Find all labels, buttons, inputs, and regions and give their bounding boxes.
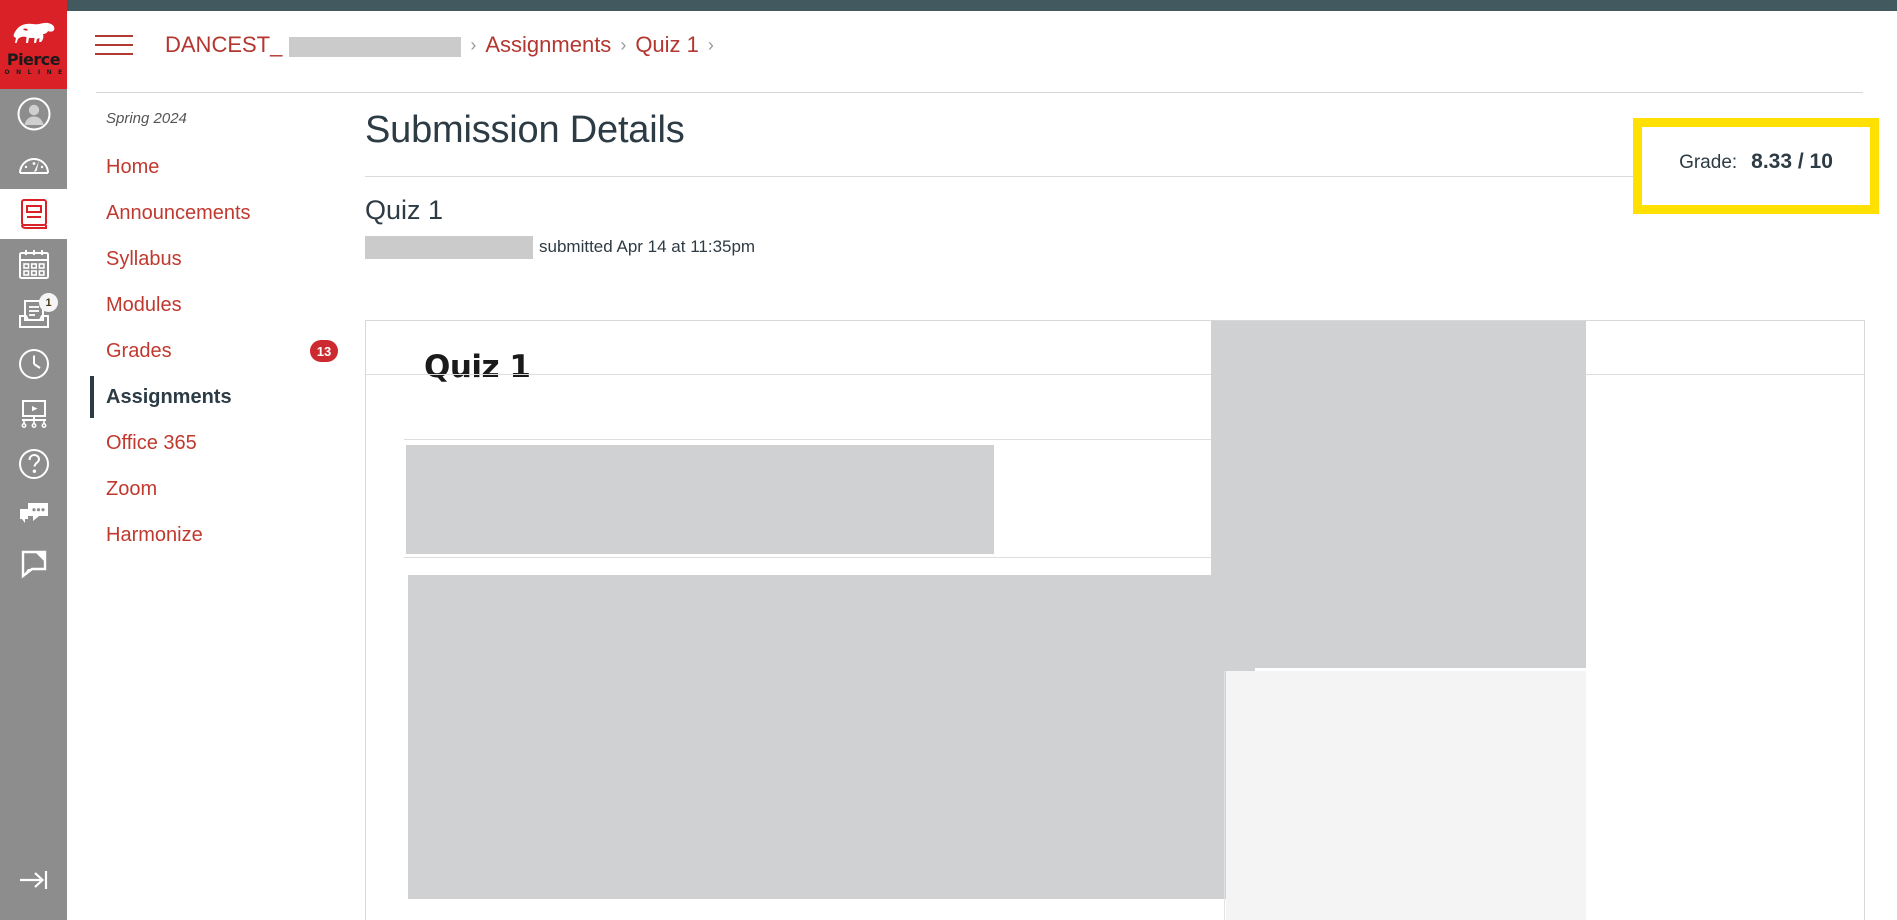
main-content: Submission Details Quiz 1 submitted Apr … — [365, 108, 1835, 259]
course-nav-label: Grades — [106, 339, 172, 362]
top-accent-strip — [0, 0, 1897, 11]
global-navigation: Pierce O N L I N E 1 — [0, 0, 67, 920]
page-title: Submission Details — [365, 109, 685, 151]
course-nav-item-assignments[interactable]: Assignments — [90, 374, 300, 420]
help-question-icon — [18, 448, 50, 480]
global-nav-item-history[interactable] — [0, 339, 67, 389]
history-clock-icon — [18, 348, 50, 380]
breadcrumb-item-course[interactable]: DANCEST_ — [165, 32, 282, 58]
calendar-icon — [18, 249, 50, 280]
brand-subwordmark: O N L I N E — [4, 68, 65, 76]
header-bar: DANCEST_ › Assignments › Quiz 1 › — [67, 11, 1897, 79]
course-nav-label: Modules — [106, 293, 182, 316]
preview-light-panel — [1226, 671, 1586, 920]
dashboard-gauge-icon — [17, 151, 51, 177]
student-name-redacted — [365, 235, 533, 259]
course-nav-item-modules[interactable]: Modules — [90, 282, 300, 328]
hamburger-menu-icon[interactable] — [95, 28, 135, 62]
header-divider — [96, 92, 1863, 93]
course-nav-label: Office 365 — [106, 431, 197, 454]
breadcrumb-item-assignments[interactable]: Assignments — [485, 32, 611, 58]
studio-screen-icon — [17, 399, 51, 429]
comment-flag-icon — [19, 549, 49, 579]
breadcrumb-separator-icon: › — [620, 34, 627, 55]
course-term-label: Spring 2024 — [106, 110, 187, 127]
global-nav-item-chat[interactable] — [0, 489, 67, 539]
course-navigation: Spring 2024 Home Announcements Syllabus … — [90, 110, 338, 558]
global-nav-item-studio[interactable] — [0, 389, 67, 439]
course-nav-item-office365[interactable]: Office 365 — [90, 420, 300, 466]
course-nav-label: Assignments — [106, 385, 232, 408]
submission-title: Quiz 1 — [365, 194, 444, 225]
course-nav-item-zoom[interactable]: Zoom — [90, 466, 300, 512]
global-nav-item-help[interactable] — [0, 439, 67, 489]
global-nav-collapse-button[interactable] — [0, 862, 67, 902]
bison-logo-icon — [11, 20, 57, 51]
preview-divider — [404, 557, 1230, 558]
course-nav-item-announcements[interactable]: Announcements — [90, 190, 300, 236]
grade-value: 8.33 / 10 — [1751, 150, 1833, 173]
breadcrumb-separator-icon: › — [707, 34, 714, 55]
global-nav-item-calendar[interactable] — [0, 239, 67, 289]
inbox-unread-badge: 1 — [39, 293, 58, 312]
course-nav-item-grades[interactable]: Grades 13 — [90, 328, 338, 374]
hamburger-line — [95, 44, 133, 46]
global-nav-item-dashboard[interactable] — [0, 139, 67, 189]
account-avatar-icon — [17, 97, 51, 131]
global-nav-item-inbox[interactable]: 1 — [0, 289, 67, 339]
preview-redacted-block — [406, 445, 994, 554]
grades-count-badge: 13 — [310, 340, 338, 362]
grade-label: Grade: — [1679, 152, 1738, 173]
course-nav-label: Zoom — [106, 477, 158, 500]
preview-redacted-block — [408, 575, 1255, 899]
preview-divider — [404, 439, 1230, 440]
submission-preview-frame[interactable]: Quiz 1 — [365, 320, 1865, 920]
global-nav-item-courses[interactable] — [0, 189, 67, 239]
course-nav-item-home[interactable]: Home — [90, 144, 300, 190]
submission-meta: submitted Apr 14 at 11:35pm — [365, 235, 1835, 259]
course-nav-item-syllabus[interactable]: Syllabus — [90, 236, 300, 282]
course-nav-label: Syllabus — [106, 247, 182, 270]
chat-bubbles-icon — [17, 500, 51, 528]
global-nav-item-comments[interactable] — [0, 539, 67, 589]
breadcrumb-separator-icon: › — [470, 34, 477, 55]
submitted-timestamp: submitted Apr 14 at 11:35pm — [539, 237, 756, 257]
course-nav-label: Announcements — [106, 201, 251, 224]
preview-divider — [366, 374, 1864, 375]
course-nav-item-harmonize[interactable]: Harmonize — [90, 512, 300, 558]
breadcrumb: DANCEST_ › Assignments › Quiz 1 › — [165, 32, 714, 58]
course-nav-label: Harmonize — [106, 523, 203, 546]
grade-display: Grade: 8.33 / 10 — [1679, 150, 1833, 174]
courses-book-icon — [19, 198, 49, 230]
brand-wordmark: Pierce — [6, 49, 61, 69]
hamburger-line — [95, 35, 133, 37]
grade-highlight-box: Grade: 8.33 / 10 — [1633, 118, 1879, 214]
arrow-to-line-right-icon — [18, 869, 50, 896]
page-title-divider — [365, 175, 1835, 177]
global-nav-item-account[interactable] — [0, 89, 67, 139]
breadcrumb-item-quiz[interactable]: Quiz 1 — [635, 32, 699, 58]
breadcrumb-course-redacted — [289, 37, 462, 57]
brand-logo[interactable]: Pierce O N L I N E — [0, 0, 67, 89]
course-nav-label: Home — [106, 155, 160, 178]
preview-document-title: Quiz 1 — [424, 349, 531, 385]
hamburger-line — [95, 53, 133, 55]
preview-divider — [1224, 671, 1225, 920]
preview-redacted-panel — [1211, 321, 1586, 668]
